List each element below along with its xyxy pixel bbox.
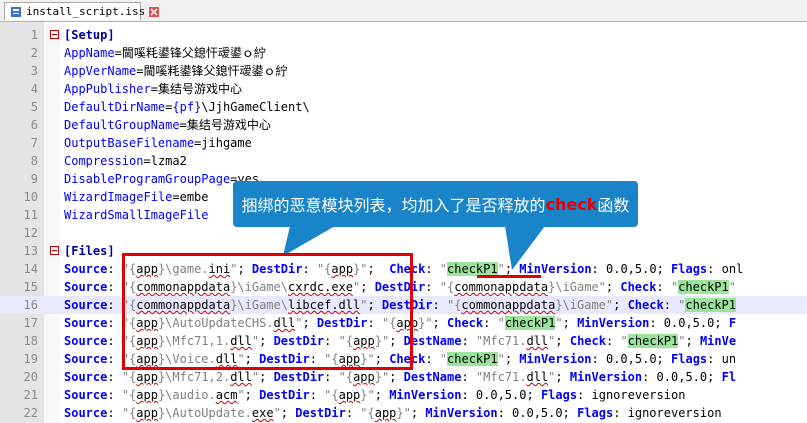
callout-pointer-left	[283, 226, 335, 256]
check-underline-highlight	[477, 275, 541, 278]
callout-pointer-right	[505, 226, 545, 270]
malicious-module-highlight-box	[122, 253, 413, 370]
